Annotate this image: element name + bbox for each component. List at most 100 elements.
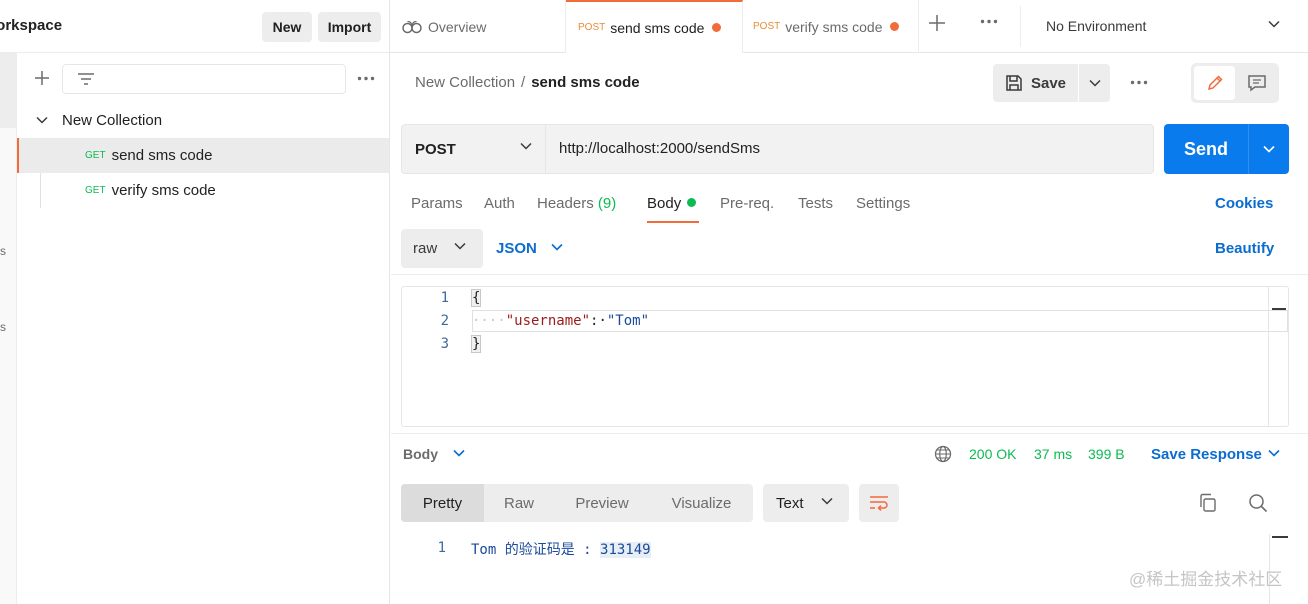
tab-label: send sms code: [610, 19, 705, 36]
response-body-text[interactable]: Tom 的验证码是 : 313149: [471, 539, 651, 559]
body-mode-value: raw: [413, 240, 438, 257]
method-badge: GET: [85, 150, 106, 161]
filter-input[interactable]: [62, 64, 346, 94]
send-button[interactable]: Send: [1164, 124, 1248, 174]
sidebar: /orkspace New Import s s New Collection …: [0, 0, 390, 604]
new-tab-plus-icon[interactable]: [928, 14, 946, 32]
save-button[interactable]: Save: [993, 64, 1078, 102]
tab-label: Body: [647, 195, 682, 212]
rail-active-item[interactable]: [0, 52, 17, 128]
breadcrumb-request[interactable]: send sms code: [531, 74, 639, 91]
send-options-chevron-icon[interactable]: [1249, 124, 1289, 174]
chevron-down-icon[interactable]: [1268, 449, 1280, 457]
chevron-down-icon[interactable]: [1268, 20, 1280, 28]
chevron-down-icon: [36, 116, 48, 124]
method-badge: POST: [753, 21, 781, 32]
json-colon: :·: [590, 313, 607, 329]
response-size[interactable]: 399 B: [1088, 446, 1125, 462]
rail-label[interactable]: s: [0, 244, 6, 258]
editor-scrollbar[interactable]: [1268, 287, 1269, 426]
chevron-down-icon: [520, 142, 532, 150]
save-options-chevron-icon[interactable]: [1079, 64, 1110, 102]
request-body-editor[interactable]: 1 2 3 { ····"username":·"Tom" }: [401, 286, 1289, 427]
tabs-more-icon[interactable]: [980, 19, 998, 24]
divider: [1020, 6, 1021, 47]
comment-icon[interactable]: [1237, 66, 1277, 100]
code-indent: ····: [472, 313, 506, 329]
request-item-send-sms-code[interactable]: GET send sms code: [17, 138, 389, 173]
tab-label: Overview: [428, 18, 487, 35]
new-button[interactable]: New: [262, 12, 312, 42]
globe-icon[interactable]: [934, 445, 952, 463]
breadcrumb-collection[interactable]: New Collection: [415, 74, 515, 91]
chevron-down-icon[interactable]: [551, 243, 563, 251]
overview-icon: [402, 20, 422, 34]
add-icon[interactable]: [34, 70, 50, 86]
scroll-position-marker: [1272, 308, 1286, 310]
tab-body[interactable]: Body: [647, 195, 697, 212]
save-response-button[interactable]: Save Response: [1151, 446, 1262, 463]
tab-visualize[interactable]: Visualize: [650, 484, 753, 522]
scroll-position-marker: [1272, 536, 1288, 538]
tab-headers[interactable]: Headers (9): [537, 195, 616, 212]
code-brace: }: [470, 335, 482, 353]
request-name: send sms code: [111, 147, 213, 164]
wrap-lines-icon[interactable]: [859, 484, 899, 522]
response-time[interactable]: 37 ms: [1034, 446, 1072, 462]
tab-overview[interactable]: Overview: [390, 0, 566, 53]
tab-verify-sms-code[interactable]: POST verify sms code: [743, 0, 919, 53]
view-toggle: [1191, 63, 1279, 103]
tab-preview[interactable]: Preview: [554, 484, 650, 522]
tab-label: verify sms code: [785, 18, 883, 35]
breadcrumb: New Collection / send sms code: [415, 74, 640, 91]
chevron-down-icon: [821, 497, 833, 505]
chevron-down-icon[interactable]: [453, 449, 465, 457]
chevron-down-icon: [454, 242, 466, 250]
workspace-title: /orkspace: [0, 17, 63, 34]
json-key: "username": [505, 313, 591, 329]
collection-item[interactable]: New Collection: [17, 103, 389, 138]
body-indicator-dot-icon: [687, 198, 697, 207]
code-line: ····"username":·"Tom": [472, 313, 649, 329]
method-select[interactable]: POST: [402, 125, 546, 173]
rail-label[interactable]: s: [0, 320, 6, 334]
tab-tests[interactable]: Tests: [798, 195, 833, 212]
cookies-link[interactable]: Cookies: [1215, 195, 1273, 212]
response-code-value: 313149: [600, 542, 651, 558]
sidebar-rail: s s: [0, 52, 17, 604]
import-button[interactable]: Import: [318, 12, 381, 42]
active-indicator: [17, 138, 19, 173]
response-format-select[interactable]: Text: [763, 484, 849, 522]
request-more-icon[interactable]: [1130, 80, 1148, 85]
unsaved-dot-icon: [890, 22, 900, 31]
body-mode-select[interactable]: raw: [401, 229, 483, 268]
tab-pre-request[interactable]: Pre-req.: [720, 195, 774, 212]
tab-raw[interactable]: Raw: [484, 484, 554, 522]
tab-bar: Overview POST send sms code POST verify …: [390, 0, 1308, 53]
line-number: 1: [437, 540, 446, 556]
tab-auth[interactable]: Auth: [484, 195, 515, 212]
tab-pretty[interactable]: Pretty: [401, 484, 484, 522]
environment-select[interactable]: No Environment: [1046, 18, 1146, 34]
tab-settings[interactable]: Settings: [856, 195, 910, 212]
divider: [391, 274, 1308, 275]
beautify-link[interactable]: Beautify: [1215, 240, 1274, 257]
more-icon[interactable]: [357, 76, 375, 81]
save-button-group: Save: [993, 64, 1110, 102]
filter-icon: [77, 72, 95, 86]
pencil-icon[interactable]: [1194, 66, 1235, 100]
url-input[interactable]: http://localhost:2000/sendSms: [559, 140, 760, 157]
response-section-select[interactable]: Body: [403, 446, 438, 462]
copy-icon[interactable]: [1199, 493, 1217, 513]
tab-send-sms-code[interactable]: POST send sms code: [566, 0, 743, 53]
active-tab-underline: [647, 221, 699, 223]
status-code[interactable]: 200 OK: [969, 446, 1016, 462]
search-icon[interactable]: [1248, 493, 1268, 513]
body-language-select[interactable]: JSON: [496, 240, 537, 257]
request-item-verify-sms-code[interactable]: GET verify sms code: [17, 173, 389, 208]
tab-params[interactable]: Params: [411, 195, 463, 212]
code-line: }: [470, 335, 482, 353]
unsaved-dot-icon: [712, 23, 722, 32]
code-line: {: [470, 289, 482, 307]
collection-name: New Collection: [62, 112, 163, 129]
